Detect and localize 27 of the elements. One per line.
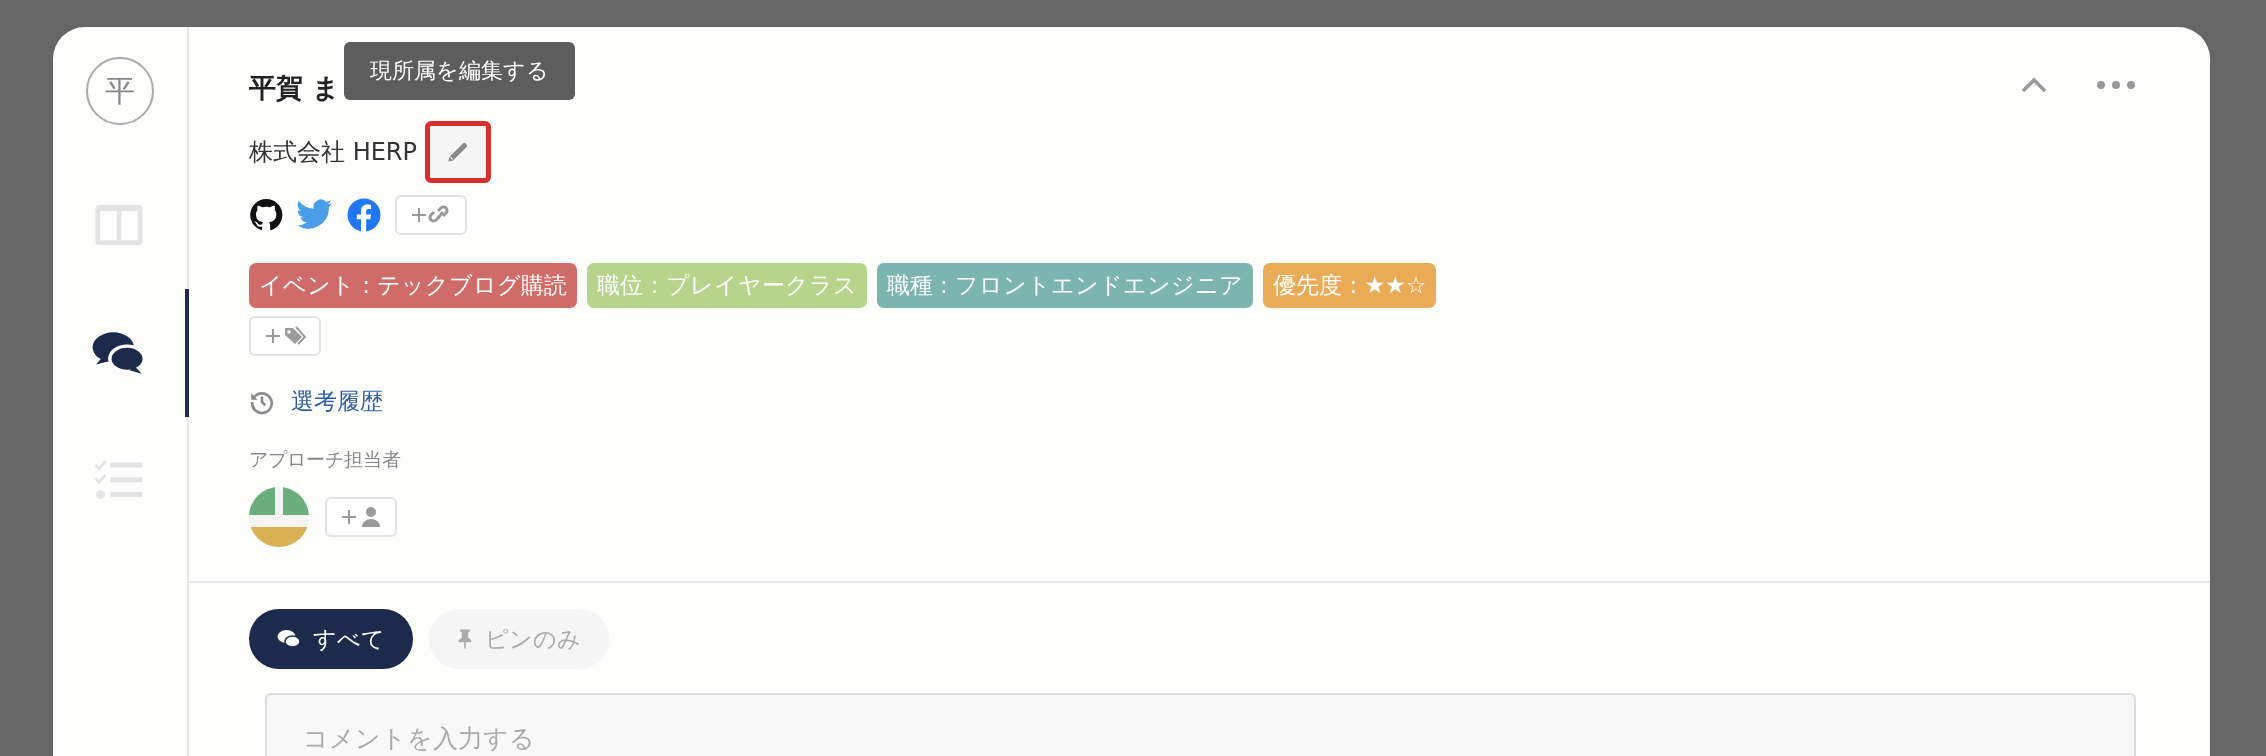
- comment-field[interactable]: コメントを入力する: [265, 693, 2136, 756]
- github-icon[interactable]: [249, 198, 283, 232]
- pin-icon: [457, 628, 473, 650]
- add-assignee-button[interactable]: [325, 497, 397, 537]
- checklist-icon: [94, 460, 144, 502]
- avatar: 平: [86, 57, 154, 125]
- tag: イベント : テックブログ購読: [249, 263, 578, 308]
- tag: 優先度 : ★★☆: [1263, 263, 1437, 308]
- user-avatar: [249, 487, 309, 547]
- facebook-icon[interactable]: [347, 198, 381, 232]
- collapse-icon[interactable]: [2020, 76, 2048, 94]
- history-link[interactable]: 選考履歴: [291, 386, 383, 417]
- columns-icon: [95, 205, 143, 245]
- assignee-label: アプローチ担当者: [249, 447, 401, 472]
- more-icon[interactable]: [2096, 80, 2136, 90]
- tag: 職種 : フロントエンドエンジニア: [876, 263, 1254, 308]
- bird-icon[interactable]: [297, 199, 333, 231]
- company-name: 株式会社 HERP: [249, 137, 417, 168]
- edit-button[interactable]: [425, 121, 491, 183]
- tooltip: 現所属を編集する: [344, 42, 576, 100]
- candidate-name: 平賀 ま: [249, 71, 341, 105]
- add-link-button[interactable]: [395, 195, 467, 235]
- chat-icon: [277, 629, 301, 649]
- tag: 職位 : プレイヤークラス: [587, 263, 867, 308]
- plus-person-icon: [339, 505, 383, 529]
- add-tag-button[interactable]: [249, 316, 321, 356]
- filter-tab[interactable]: すべて: [249, 609, 413, 669]
